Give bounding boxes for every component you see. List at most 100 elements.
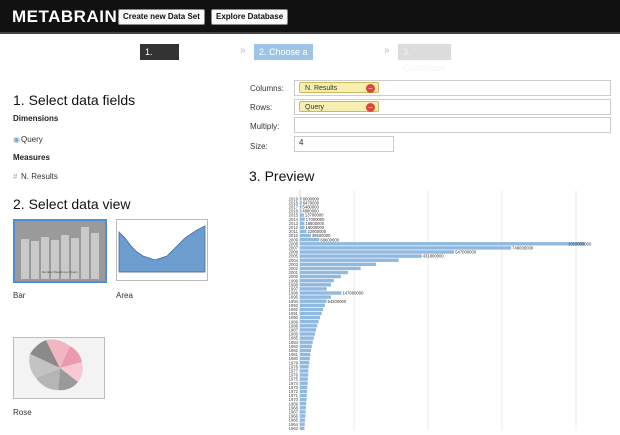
chart-bar bbox=[300, 365, 309, 369]
chart-bar bbox=[300, 402, 307, 406]
top-navigation-bar: METABRAIN Create new Data Set Explore Da… bbox=[0, 0, 620, 34]
chart-bar bbox=[300, 209, 302, 213]
chart-bar bbox=[300, 221, 305, 225]
chart-bar bbox=[300, 283, 332, 287]
chart-bar bbox=[300, 303, 325, 307]
chart-bar bbox=[300, 320, 319, 324]
chart-data-label: 1010000000 bbox=[568, 241, 592, 246]
chart-bar bbox=[300, 393, 307, 398]
rows-pill-label: Query bbox=[305, 104, 325, 111]
chart-data-label: 68600000 bbox=[320, 237, 339, 242]
chart-bar bbox=[300, 344, 312, 348]
chart-bar bbox=[300, 311, 322, 316]
chart-bar bbox=[300, 287, 327, 291]
rows-dropzone[interactable]: Query – bbox=[294, 99, 611, 115]
view-thumb-bar[interactable]: Number Results per Query bbox=[13, 219, 107, 283]
chart-bar bbox=[300, 422, 305, 426]
chart-bar bbox=[300, 426, 305, 430]
step-separator: » bbox=[240, 45, 246, 56]
step-search-data[interactable]: 1. Search for data bbox=[140, 44, 179, 105]
chart-bar bbox=[300, 233, 311, 238]
explore-database-button[interactable]: Explore Database bbox=[211, 9, 289, 25]
rows-label: Rows: bbox=[250, 103, 273, 112]
chart-bar bbox=[300, 381, 308, 385]
view-label-area: Area bbox=[116, 291, 133, 300]
chart-bar bbox=[300, 352, 311, 357]
chart-data-label: 147000000 bbox=[342, 291, 364, 296]
chart-bar bbox=[300, 229, 307, 234]
chart-bar bbox=[300, 266, 361, 271]
select-fields-title: 1. Select data fields bbox=[13, 92, 136, 108]
chart-bar bbox=[300, 369, 309, 373]
chart-bar bbox=[300, 246, 512, 250]
rows-pill[interactable]: Query – bbox=[299, 101, 379, 112]
dimensions-label: Dimensions bbox=[13, 114, 59, 123]
chart-bar bbox=[300, 406, 306, 410]
chart-bar bbox=[300, 414, 306, 418]
thumb-caption: Number Results per Query bbox=[42, 270, 78, 274]
chart-data-label: 749000000 bbox=[512, 246, 534, 251]
step-customize-publish[interactable]: 3. Customize & Publish bbox=[398, 44, 451, 89]
remove-icon[interactable]: – bbox=[366, 103, 375, 112]
multiply-dropzone[interactable] bbox=[294, 117, 611, 133]
view-thumb-area[interactable] bbox=[116, 219, 208, 281]
chart-bar bbox=[300, 242, 585, 246]
chart-data-label: 94200000 bbox=[328, 299, 347, 304]
bar-chart-icon: Number Results per Query bbox=[15, 221, 105, 281]
chart-bar bbox=[300, 262, 377, 266]
chart-bar bbox=[300, 254, 422, 258]
columns-dropzone[interactable]: N. Results – bbox=[294, 80, 611, 96]
size-input[interactable]: 4 bbox=[294, 136, 394, 152]
chart-bar bbox=[300, 389, 308, 394]
chart-data-label: 431800000 bbox=[423, 254, 445, 259]
view-label-bar: Bar bbox=[13, 291, 26, 300]
chart-bar bbox=[300, 410, 306, 414]
chart-tick-label: 1963 bbox=[289, 426, 299, 430]
size-label: Size: bbox=[250, 142, 268, 151]
chart-bar bbox=[300, 348, 311, 353]
chart-bar bbox=[300, 295, 332, 299]
select-view-title: 2. Select data view bbox=[13, 196, 131, 212]
chart-bar bbox=[300, 270, 348, 275]
chart-bar bbox=[300, 279, 334, 283]
measure-field-label: N. Results bbox=[21, 172, 58, 181]
preview-chart-svg: 2019 60000002018 64700002017 54800002016 488… bbox=[289, 190, 592, 431]
chart-bar bbox=[300, 213, 304, 217]
columns-pill[interactable]: N. Results – bbox=[299, 82, 379, 93]
app-logo: METABRAIN bbox=[12, 7, 118, 26]
chart-bar bbox=[300, 356, 310, 361]
view-label-rose: Rose bbox=[13, 408, 32, 417]
create-dataset-button[interactable]: Create new Data Set bbox=[118, 9, 205, 25]
area-chart-icon bbox=[117, 220, 207, 280]
chart-bar bbox=[300, 361, 310, 365]
chart-bar bbox=[300, 418, 306, 422]
dimension-field-label: Query bbox=[21, 135, 43, 144]
remove-icon[interactable]: – bbox=[366, 84, 375, 93]
chart-bar bbox=[300, 377, 308, 381]
chart-bar bbox=[300, 385, 308, 389]
chart-data-label: 547000000 bbox=[455, 250, 477, 255]
chart-bar bbox=[300, 274, 341, 279]
view-thumb-rose[interactable] bbox=[13, 337, 105, 399]
chart-bar bbox=[300, 197, 302, 201]
chart-bar bbox=[300, 324, 318, 328]
columns-pill-label: N. Results bbox=[305, 85, 338, 92]
chart-bar bbox=[300, 373, 309, 377]
measure-field-n-results[interactable]: # N. Results bbox=[13, 172, 58, 181]
chart-bar bbox=[300, 225, 305, 230]
chart-bar bbox=[300, 307, 324, 312]
step-choose-visualization[interactable]: 2. Choose a visualization bbox=[254, 44, 314, 73]
chart-bar bbox=[300, 340, 313, 344]
hash-icon: # bbox=[13, 172, 18, 181]
chart-bar bbox=[300, 217, 305, 221]
chart-bar bbox=[300, 328, 317, 332]
chart-bar bbox=[300, 332, 315, 336]
chart-bar bbox=[300, 205, 302, 209]
dimension-field-query[interactable]: ◉Query bbox=[13, 135, 43, 144]
preview-title: 3. Preview bbox=[249, 168, 315, 184]
measures-label: Measures bbox=[13, 153, 50, 162]
multiply-label: Multiply: bbox=[250, 122, 280, 131]
columns-label: Columns: bbox=[250, 84, 284, 93]
chart-bar bbox=[300, 238, 320, 242]
preview-chart: 2019 6000000 2018 6470000 2017 5480000 2016 488… bbox=[248, 190, 608, 431]
